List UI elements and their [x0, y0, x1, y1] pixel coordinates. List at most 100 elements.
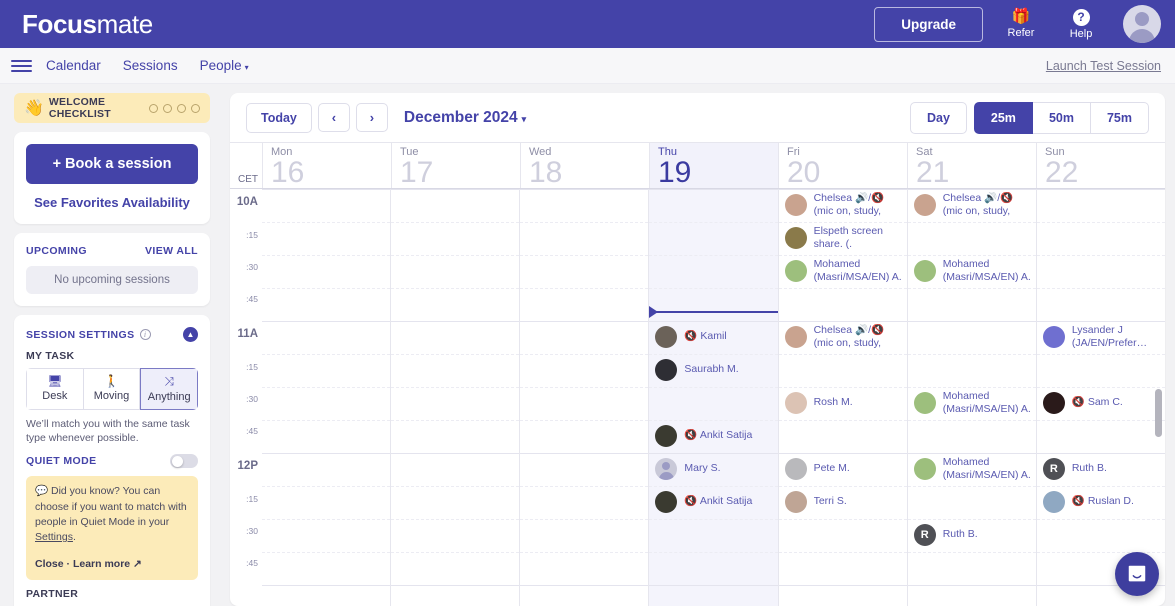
- session-slot[interactable]: 🔇 Sam C.: [1037, 387, 1165, 419]
- tip-text: Did you know? You can choose if you want…: [35, 485, 187, 528]
- day-header-wed[interactable]: Wed 18: [520, 143, 649, 188]
- session-slot[interactable]: Mary S.: [649, 453, 777, 485]
- calendar-grid-scroll[interactable]: 10A:15:30:45 11A:15:30:45 12P:15:30:45 🔇 K…: [230, 189, 1165, 606]
- duration-option-50m[interactable]: 50m: [1032, 101, 1091, 134]
- session-slot[interactable]: Saurabh M.: [649, 354, 777, 386]
- session-slot[interactable]: Chelsea 🔊/🔇 (mic on, study, yoga,…: [779, 321, 907, 353]
- upcoming-card: UPCOMING VIEW ALL No upcoming sessions: [14, 233, 210, 306]
- chevron-down-icon: ▾: [244, 63, 249, 72]
- day-column-mon[interactable]: [262, 189, 391, 606]
- session-slot[interactable]: Pete M.: [779, 453, 907, 485]
- day-column-sun[interactable]: Lysander J (JA/EN/Prefer… 🔇 Sam C. R Ruth B…: [1035, 189, 1165, 606]
- help-button[interactable]: ? Help: [1059, 8, 1103, 40]
- grid-line: [778, 288, 907, 289]
- session-slot[interactable]: Chelsea 🔊/🔇 (mic on, study, yoga,…: [779, 189, 907, 221]
- partner-avatar: [784, 194, 807, 216]
- intercom-chat-button[interactable]: [1115, 552, 1159, 596]
- nav-item-sessions[interactable]: Sessions: [123, 58, 178, 73]
- day-column-thu[interactable]: 🔇 Kamil Saurabh M. 🔇 Ankit Satija Mary S. 🔇 …: [648, 189, 778, 606]
- hamburger-icon[interactable]: [6, 59, 32, 72]
- grid-line: [907, 585, 1036, 586]
- duration-option-25m[interactable]: 25m: [973, 101, 1033, 134]
- user-avatar[interactable]: [1123, 5, 1161, 43]
- refer-button[interactable]: 🎁 Refer: [999, 9, 1043, 40]
- nav-links: Calendar Sessions People ▾: [46, 58, 249, 73]
- session-slot[interactable]: 🔇 Ankit Satija: [649, 486, 777, 518]
- my-task-label: MY TASK: [26, 350, 75, 362]
- launch-test-session-link[interactable]: Launch Test Session: [1046, 59, 1161, 73]
- session-slot[interactable]: Elspeth screen share. (.: [779, 222, 907, 254]
- partner-name: Mohamed (Masri/MSA/EN) A.: [942, 258, 1031, 284]
- session-slot[interactable]: R Ruth B.: [1037, 453, 1165, 485]
- day-header-sun[interactable]: Sun 22: [1036, 143, 1165, 188]
- tip-learn-more-link[interactable]: Learn more: [73, 558, 130, 570]
- grid-line: [262, 255, 391, 256]
- view-all-link[interactable]: VIEW ALL: [145, 245, 198, 257]
- day-column-tue[interactable]: [390, 189, 520, 606]
- grid-line: [520, 420, 649, 421]
- session-slot[interactable]: 🔇 Ankit Satija: [649, 420, 777, 452]
- day-header-tue[interactable]: Tue 17: [391, 143, 520, 188]
- quiet-mode-toggle[interactable]: [170, 454, 198, 469]
- grid-line: [520, 222, 649, 223]
- nav-item-people[interactable]: People ▾: [200, 58, 249, 73]
- nav-item-calendar[interactable]: Calendar: [46, 58, 101, 73]
- session-slot[interactable]: Mohamed (Masri/MSA/EN) A.: [908, 255, 1036, 287]
- duration-option-day[interactable]: Day: [909, 101, 967, 134]
- month-picker[interactable]: December 2024 ▾: [404, 109, 526, 127]
- upgrade-button[interactable]: Upgrade: [874, 6, 983, 42]
- session-slot[interactable]: R Ruth B.: [908, 519, 1036, 551]
- partner-avatar: [784, 458, 807, 480]
- task-option-moving-label: Moving: [93, 390, 130, 402]
- task-type-hint: We’ll match you with the same task type …: [26, 418, 190, 445]
- day-header-thu[interactable]: Thu 19: [649, 143, 778, 188]
- next-week-button[interactable]: ›: [355, 103, 388, 132]
- grid-line: [649, 255, 778, 256]
- grid-line: [391, 387, 520, 388]
- grid-line: [262, 387, 391, 388]
- session-slot[interactable]: Mohamed (Masri/MSA/EN) A.: [908, 387, 1036, 419]
- task-option-moving[interactable]: 🚶 Moving: [83, 368, 141, 410]
- session-slot[interactable]: Mohamed (Masri/MSA/EN) A.: [779, 255, 907, 287]
- task-option-anything[interactable]: ⤨ Anything: [140, 368, 198, 410]
- partner-name: Saurabh M.: [684, 363, 739, 376]
- grid-line: [649, 585, 778, 586]
- grid-line: [391, 585, 520, 586]
- book-a-session-button[interactable]: + Book a session: [26, 144, 198, 184]
- session-slot[interactable]: Rosh M.: [779, 387, 907, 419]
- day-header-mon[interactable]: Mon 16: [262, 143, 391, 188]
- today-button[interactable]: Today: [246, 102, 312, 133]
- session-slot[interactable]: 🔇 Ruslan D.: [1037, 486, 1165, 518]
- session-slot[interactable]: Terri S.: [779, 486, 907, 518]
- tip-close-button[interactable]: Close: [35, 558, 64, 570]
- partner-avatar: [784, 491, 807, 513]
- see-favorites-availability-link[interactable]: See Favorites Availability: [26, 195, 198, 210]
- session-slot[interactable]: Mohamed (Masri/MSA/EN) A.: [908, 453, 1036, 485]
- day-header-row: CET Mon 16 Tue 17 Wed 18 Thu 19 Fri 20 Sat 21 Sun 22: [230, 142, 1165, 189]
- day-header-number: 19: [658, 156, 692, 189]
- duration-option-75m[interactable]: 75m: [1090, 101, 1149, 134]
- grid-line: [520, 453, 649, 454]
- grid-line: [649, 189, 778, 190]
- welcome-checklist[interactable]: 👋 WELCOME CHECKLIST: [14, 93, 210, 123]
- grid-line: [778, 552, 907, 553]
- partner-avatar: [655, 458, 678, 480]
- session-slot[interactable]: Lysander J (JA/EN/Prefer…: [1037, 321, 1165, 353]
- session-slot[interactable]: Chelsea 🔊/🔇 (mic on, study, yoga,…: [908, 189, 1036, 221]
- settings-link[interactable]: Settings: [35, 531, 73, 543]
- session-slot[interactable]: 🔇 Kamil: [649, 321, 777, 353]
- task-option-desk-label: Desk: [42, 390, 68, 402]
- day-header-fri[interactable]: Fri 20: [778, 143, 907, 188]
- calendar-scrollbar[interactable]: [1155, 389, 1162, 437]
- day-column-wed[interactable]: [519, 189, 649, 606]
- chevron-up-icon[interactable]: ▲: [183, 327, 198, 342]
- calendar-toolbar: Today ‹ › December 2024 ▾ Day 25m 50m 75m: [230, 93, 1165, 142]
- info-icon[interactable]: i: [139, 329, 151, 340]
- day-column-sat[interactable]: Chelsea 🔊/🔇 (mic on, study, yoga,… Mohame…: [906, 189, 1036, 606]
- day-column-fri[interactable]: Chelsea 🔊/🔇 (mic on, study, yoga,… Elspet…: [777, 189, 907, 606]
- previous-week-button[interactable]: ‹: [317, 103, 350, 132]
- task-option-desk[interactable]: 🖥 Desk: [26, 368, 84, 410]
- day-header-sat[interactable]: Sat 21: [907, 143, 1036, 188]
- grid-line: [1036, 222, 1165, 223]
- grid-line: [520, 486, 649, 487]
